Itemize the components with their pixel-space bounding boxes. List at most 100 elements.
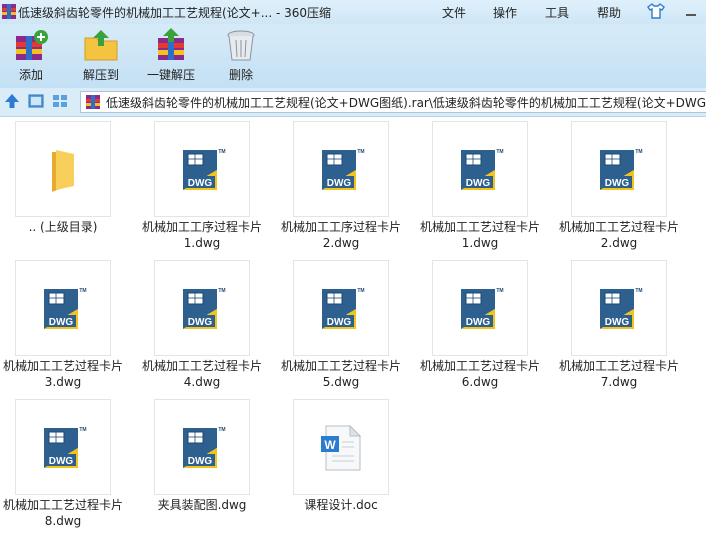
file-item[interactable]: DWG TM 机械加工工序过程卡片 2.dwg <box>273 117 409 250</box>
file-item[interactable]: DWG TM 机械加工工艺过程卡片 1.dwg <box>412 117 548 250</box>
file-name: 机械加工工序过程卡片 1.dwg <box>134 219 270 251</box>
file-thumbnail: DWG TM <box>154 399 250 495</box>
archive-icon <box>86 95 100 109</box>
address-bar[interactable]: 低速级斜齿轮零件的机械加工工艺规程(论文+DWG图纸).rar\低速级斜齿轮零件… <box>80 91 706 113</box>
dwg-file-icon: DWG TM <box>183 427 226 468</box>
file-item[interactable]: DWG TM 机械加工工艺过程卡片 3.dwg <box>0 256 131 389</box>
file-name: .. (上级目录) <box>0 219 131 235</box>
extract-to-label: 解压到 <box>82 68 119 82</box>
dwg-file-icon: DWG TM <box>461 149 504 190</box>
file-thumbnail <box>15 121 111 217</box>
dwg-badge-text: DWG <box>188 178 213 189</box>
dwg-file-icon: DWG TM <box>461 288 504 329</box>
delete-trash-icon <box>227 30 255 61</box>
delete-button[interactable]: 删除 <box>206 28 276 86</box>
dwg-file-icon: DWG TM <box>183 288 226 329</box>
file-thumbnail: W <box>293 399 389 495</box>
add-archive-icon <box>16 30 48 60</box>
menu-tools[interactable]: 工具 <box>545 4 569 21</box>
dwg-badge-text: DWG <box>327 178 352 189</box>
one-click-extract-icon <box>158 28 184 60</box>
file-name-line1: 机械加工工序过程卡片 <box>141 220 262 234</box>
one-click-extract-button[interactable]: 一键解压 <box>136 28 206 86</box>
file-name-line1: 机械加工工艺过程卡片 <box>558 220 679 234</box>
file-name: 课程设计.doc <box>273 497 409 513</box>
file-list: .. (上级目录) DWG TM 机械加工工序过程卡片 1.dwg DWG TM… <box>0 117 706 548</box>
file-name-line2: 3.dwg <box>44 375 82 389</box>
dwg-file-icon: DWG TM <box>600 288 643 329</box>
file-name: 机械加工工艺过程卡片 3.dwg <box>0 358 131 390</box>
file-name-line1: 机械加工工艺过程卡片 <box>558 359 679 373</box>
navigation-bar: 低速级斜齿轮零件的机械加工工艺规程(论文+DWG图纸).rar\低速级斜齿轮零件… <box>0 88 706 117</box>
file-name-line2: 2.dwg <box>600 236 638 250</box>
tm-mark: TM <box>357 288 364 294</box>
file-name-line1: 机械加工工序过程卡片 <box>280 220 401 234</box>
word-badge-text: W <box>324 438 336 452</box>
dwg-badge-text: DWG <box>466 317 491 328</box>
file-name: 机械加工工序过程卡片 2.dwg <box>273 219 409 251</box>
file-name: 机械加工工艺过程卡片 4.dwg <box>134 358 270 390</box>
folder-icon <box>52 150 74 192</box>
tm-mark: TM <box>218 149 225 155</box>
file-name: 机械加工工艺过程卡片 8.dwg <box>0 497 131 529</box>
file-item[interactable]: DWG TM 机械加工工艺过程卡片 4.dwg <box>134 256 270 389</box>
file-name-line2: 2.dwg <box>322 236 360 250</box>
file-name-line2: 1.dwg <box>183 236 221 250</box>
up-arrow-icon[interactable] <box>4 93 20 109</box>
add-button[interactable]: 添加 <box>0 28 66 86</box>
delete-label: 删除 <box>228 68 253 82</box>
file-item[interactable]: DWG TM 夹具装配图.dwg <box>134 395 270 525</box>
dwg-badge-text: DWG <box>605 317 630 328</box>
tm-mark: TM <box>79 427 86 433</box>
dwg-badge-text: DWG <box>466 178 491 189</box>
file-item[interactable]: DWG TM 机械加工工艺过程卡片 2.dwg <box>551 117 687 250</box>
tm-mark: TM <box>635 149 642 155</box>
file-name-line1: 夹具装配图.dwg <box>157 498 247 512</box>
skin-shirt-icon[interactable] <box>647 3 665 19</box>
file-item[interactable]: W 课程设计.doc <box>273 395 409 525</box>
toolbar: 添加 解压到 一键解压 删除 <box>0 24 706 88</box>
large-icon-view-icon[interactable] <box>28 93 44 109</box>
file-thumbnail: DWG TM <box>154 121 250 217</box>
word-doc-icon: W <box>321 424 362 471</box>
menu-file[interactable]: 文件 <box>442 4 466 21</box>
dwg-badge-text: DWG <box>188 456 213 467</box>
file-item[interactable]: DWG TM 机械加工工序过程卡片 1.dwg <box>134 117 270 250</box>
file-name-line2: 6.dwg <box>461 375 499 389</box>
file-name-line1: 机械加工工艺过程卡片 <box>2 498 123 512</box>
file-name-line1: 机械加工工艺过程卡片 <box>419 359 540 373</box>
file-thumbnail: DWG TM <box>293 260 389 356</box>
file-name-line2: 4.dwg <box>183 375 221 389</box>
title-bar: 低速级斜齿轮零件的机械加工工艺规程(论文+... - 360压缩 文件 操作 工… <box>0 0 706 24</box>
file-thumbnail: DWG TM <box>15 260 111 356</box>
dwg-file-icon: DWG TM <box>600 149 643 190</box>
dwg-badge-text: DWG <box>188 317 213 328</box>
dwg-badge-text: DWG <box>327 317 352 328</box>
file-name: 机械加工工艺过程卡片 5.dwg <box>273 358 409 390</box>
file-thumbnail: DWG TM <box>154 260 250 356</box>
extract-to-button[interactable]: 解压到 <box>66 28 136 86</box>
file-item[interactable]: DWG TM 机械加工工艺过程卡片 7.dwg <box>551 256 687 389</box>
file-item[interactable]: DWG TM 机械加工工艺过程卡片 8.dwg <box>0 395 131 528</box>
dwg-file-icon: DWG TM <box>322 288 365 329</box>
tm-mark: TM <box>218 288 225 294</box>
file-item[interactable]: DWG TM 机械加工工艺过程卡片 5.dwg <box>273 256 409 389</box>
file-name: 机械加工工艺过程卡片 2.dwg <box>551 219 687 251</box>
window-title: 低速级斜齿轮零件的机械加工工艺规程(论文+... - 360压缩 <box>18 6 332 20</box>
file-thumbnail: DWG TM <box>571 260 667 356</box>
file-name-line1: 机械加工工艺过程卡片 <box>2 359 123 373</box>
list-view-icon[interactable] <box>52 93 68 109</box>
menu-help[interactable]: 帮助 <box>597 4 621 21</box>
file-name: 机械加工工艺过程卡片 1.dwg <box>412 219 548 251</box>
file-name-line1: 机械加工工艺过程卡片 <box>419 220 540 234</box>
file-item[interactable]: DWG TM 机械加工工艺过程卡片 6.dwg <box>412 256 548 389</box>
file-name-line1: 机械加工工艺过程卡片 <box>141 359 262 373</box>
minimize-button[interactable] <box>684 6 698 18</box>
parent-directory-item[interactable]: .. (上级目录) <box>0 117 131 247</box>
dwg-badge-text: DWG <box>49 317 74 328</box>
file-name: 机械加工工艺过程卡片 6.dwg <box>412 358 548 390</box>
file-name-line1: 机械加工工艺过程卡片 <box>280 359 401 373</box>
file-thumbnail: DWG TM <box>432 121 528 217</box>
menu-operation[interactable]: 操作 <box>493 4 517 21</box>
dwg-file-icon: DWG TM <box>322 149 365 190</box>
